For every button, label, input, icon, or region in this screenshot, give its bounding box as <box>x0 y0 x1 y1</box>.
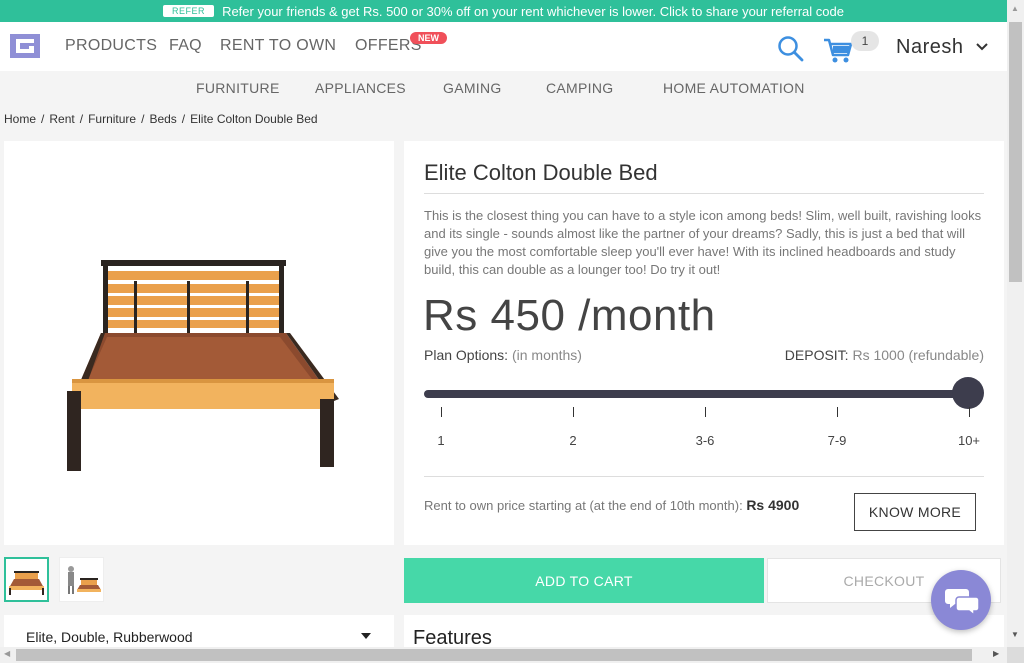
know-more-button[interactable]: KNOW MORE <box>854 493 976 531</box>
plan-option-3-6[interactable]: 3-6 <box>696 433 715 448</box>
slider-tick <box>573 407 574 417</box>
nav-products[interactable]: PRODUCTS <box>65 37 157 55</box>
category-bar: FURNITURE APPLIANCES GAMING CAMPING HOME… <box>0 71 1007 107</box>
thumbnail-2[interactable] <box>59 557 104 602</box>
scroll-left-icon[interactable]: ◀ <box>4 649 10 658</box>
breadcrumb-current: Elite Colton Double Bed <box>190 112 318 126</box>
breadcrumb-separator: / <box>79 112 84 126</box>
category-home-automation[interactable]: HOME AUTOMATION <box>663 80 805 96</box>
plan-slider-handle[interactable] <box>952 377 984 409</box>
cart-count-badge: 1 <box>851 31 879 51</box>
divider <box>424 193 984 194</box>
user-menu[interactable]: Naresh <box>896 36 963 59</box>
deposit-label: DEPOSIT: <box>784 347 849 363</box>
horizontal-scroll-thumb[interactable] <box>16 649 972 661</box>
breadcrumb-beds[interactable]: Beds <box>149 112 176 126</box>
bed-with-person-thumbnail-image <box>68 566 101 594</box>
plan-option-1[interactable]: 1 <box>437 433 444 448</box>
nav-rent-to-own[interactable]: RENT TO OWN <box>220 37 336 55</box>
category-appliances[interactable]: APPLIANCES <box>315 80 406 96</box>
breadcrumb-separator: / <box>141 112 145 126</box>
vertical-scroll-thumb[interactable] <box>1009 22 1022 282</box>
product-title: Elite Colton Double Bed <box>424 160 658 185</box>
logo-icon[interactable] <box>10 34 40 58</box>
breadcrumb-separator: / <box>41 112 45 126</box>
scroll-down-icon[interactable]: ▼ <box>1011 630 1019 639</box>
variant-value: Elite, Double, Rubberwood <box>26 629 193 645</box>
refer-tag: REFER <box>163 5 215 17</box>
deposit-value: Rs 1000 (refundable) <box>852 347 984 363</box>
vertical-scrollbar[interactable]: ▲ ▼ <box>1007 0 1024 663</box>
chat-bubble-icon <box>945 589 979 616</box>
new-badge: NEW <box>410 32 447 44</box>
breadcrumb-rent[interactable]: Rent <box>49 112 74 126</box>
product-image[interactable] <box>59 251 349 501</box>
search-icon[interactable] <box>777 35 805 63</box>
breadcrumb-separator: / <box>181 112 186 126</box>
plan-options-label: Plan Options: (in months) <box>424 347 582 363</box>
slider-tick <box>837 407 838 417</box>
plan-unit-text: (in months) <box>511 347 582 363</box>
chevron-down-icon[interactable] <box>975 42 989 52</box>
rto-text: Rent to own price starting at (at the en… <box>424 498 743 513</box>
chat-button[interactable] <box>931 570 991 630</box>
scroll-right-icon[interactable]: ▶ <box>993 649 999 658</box>
divider <box>424 476 984 477</box>
plan-slider-track[interactable] <box>424 390 972 398</box>
scrollbar-corner <box>1007 647 1024 663</box>
plan-label-text: Plan Options: <box>424 347 509 363</box>
referral-text: Refer your friends & get Rs. 500 or 30% … <box>222 3 844 19</box>
slider-tick <box>441 407 442 417</box>
plan-option-10-plus[interactable]: 10+ <box>958 433 980 448</box>
thumbnail-1[interactable] <box>4 557 49 602</box>
rto-price: Rs 4900 <box>746 497 800 513</box>
product-info-panel: Elite Colton Double Bed This is the clos… <box>404 141 1004 545</box>
cart-icon[interactable] <box>822 37 854 65</box>
product-price: Rs 450 /month <box>423 291 716 340</box>
slider-tick <box>969 407 970 417</box>
rent-to-own-info: Rent to own price starting at (at the en… <box>424 497 799 513</box>
plan-option-2[interactable]: 2 <box>569 433 576 448</box>
nav-faq[interactable]: FAQ <box>169 37 202 55</box>
category-furniture[interactable]: FURNITURE <box>196 80 280 96</box>
product-image-panel <box>4 141 394 545</box>
deposit-info: DEPOSIT: Rs 1000 (refundable) <box>785 347 984 363</box>
caret-down-icon <box>361 633 371 639</box>
horizontal-scrollbar[interactable]: ◀ ▶ <box>0 647 1007 663</box>
product-description: This is the closest thing you can have t… <box>424 208 982 277</box>
site-header: PRODUCTS FAQ RENT TO OWN OFFERS NEW 1 Na… <box>0 22 1007 71</box>
scroll-up-icon[interactable]: ▲ <box>1011 4 1019 13</box>
category-camping[interactable]: CAMPING <box>546 80 613 96</box>
plan-option-7-9[interactable]: 7-9 <box>828 433 847 448</box>
bed-thumbnail-image <box>9 571 44 595</box>
breadcrumb-furniture[interactable]: Furniture <box>88 112 136 126</box>
referral-banner[interactable]: REFER Refer your friends & get Rs. 500 o… <box>0 0 1007 22</box>
slider-tick <box>705 407 706 417</box>
breadcrumb: Home / Rent / Furniture / Beds / Elite Colto… <box>4 112 318 126</box>
breadcrumb-home[interactable]: Home <box>4 112 36 126</box>
category-gaming[interactable]: GAMING <box>443 80 502 96</box>
add-to-cart-button[interactable]: ADD TO CART <box>404 558 764 603</box>
